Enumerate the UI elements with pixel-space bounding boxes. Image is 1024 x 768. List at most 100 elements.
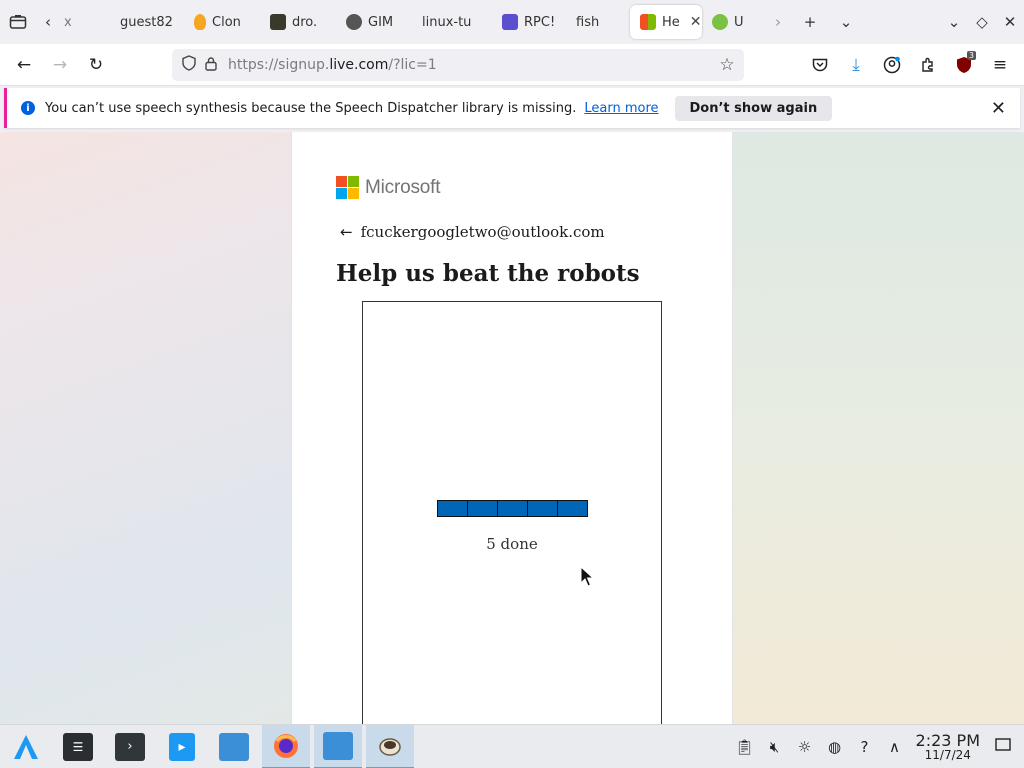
progress-segment xyxy=(438,501,468,516)
tab-label: He xyxy=(662,14,680,30)
notification-bar: i You can’t use speech synthesis because… xyxy=(4,88,1020,128)
url-bar[interactable]: https://signup.live.com/?lic=1 ☆ xyxy=(172,49,744,81)
tab-overview-icon[interactable] xyxy=(0,6,36,38)
tab-6[interactable]: RPC! xyxy=(492,4,566,40)
tab-label: RPC! xyxy=(524,14,556,30)
menu-icon[interactable]: ≡ xyxy=(982,49,1018,81)
close-icon[interactable]: ✕ xyxy=(996,6,1024,38)
back-arrow-icon[interactable]: ← xyxy=(6,49,42,81)
tab-8[interactable]: He ✕ xyxy=(630,5,702,39)
tab-3[interactable]: dro. xyxy=(260,4,336,40)
url-text[interactable]: https://signup.live.com/?lic=1 xyxy=(228,57,437,73)
info-icon: i xyxy=(21,101,35,115)
rpc-icon xyxy=(502,14,518,30)
chevron-up-icon[interactable]: ∧ xyxy=(880,738,910,756)
tab-9[interactable]: U xyxy=(702,4,764,40)
taskbar: ☰ › ▸ 📋︎ 🔇︎ ☼ ◍ ? ∧ 2:23 PM 11/7/24 xyxy=(0,724,1024,768)
network-icon[interactable]: ◍ xyxy=(820,738,850,756)
settings-icon[interactable]: ☰ xyxy=(54,725,102,768)
image-icon xyxy=(270,14,286,30)
reload-icon[interactable]: ↻ xyxy=(78,49,114,81)
clock-time: 2:23 PM xyxy=(915,731,980,750)
tab-5[interactable]: linux-tu xyxy=(412,4,492,40)
tab-1[interactable]: guest82 xyxy=(110,4,184,40)
tab-label: x xyxy=(64,14,72,30)
brightness-icon[interactable]: ☼ xyxy=(790,738,820,756)
toolbar-right: ⤓ 3 ≡ xyxy=(802,49,1018,81)
flame-icon xyxy=(194,14,206,30)
file-manager-icon[interactable] xyxy=(314,724,362,768)
tab-0[interactable]: x xyxy=(60,4,110,40)
progress-segment xyxy=(528,501,558,516)
progress-segment xyxy=(558,501,587,516)
url-suffix: /?lic=1 xyxy=(388,57,437,73)
signup-card: Microsoft ← fcuckergoogletwo@outlook.com… xyxy=(291,132,733,724)
gimp-icon xyxy=(346,14,362,30)
tab-label: GIM xyxy=(368,14,394,30)
help-icon[interactable]: ? xyxy=(850,738,880,756)
terminal-icon[interactable]: › xyxy=(106,725,154,768)
plus-icon[interactable]: + xyxy=(792,6,828,38)
lock-icon[interactable] xyxy=(200,56,222,75)
page-content: Microsoft ← fcuckergoogletwo@outlook.com… xyxy=(0,132,1024,724)
tab-label: linux-tu xyxy=(422,14,472,30)
chevron-right-icon[interactable]: › xyxy=(764,6,792,38)
identity-row[interactable]: ← fcuckergoogletwo@outlook.com xyxy=(340,223,605,241)
forward-arrow-icon[interactable]: → xyxy=(42,49,78,81)
progress-segment xyxy=(498,501,528,516)
progress-bar xyxy=(437,500,588,517)
clock[interactable]: 2:23 PM 11/7/24 xyxy=(915,731,980,762)
dont-show-again-button[interactable]: Don’t show again xyxy=(674,95,833,121)
file-manager-icon[interactable] xyxy=(210,725,258,768)
brand-name: Microsoft xyxy=(365,176,441,198)
close-tab-icon[interactable]: ✕ xyxy=(690,14,702,30)
url-domain: live.com xyxy=(329,57,389,73)
tab-label: dro. xyxy=(292,14,318,30)
bell-icon xyxy=(712,14,728,30)
page-title: Help us beat the robots xyxy=(336,260,640,287)
close-icon[interactable]: ✕ xyxy=(991,98,1006,119)
shield-icon[interactable] xyxy=(178,55,200,75)
tab-label: guest82 xyxy=(120,14,173,30)
firefox-icon[interactable] xyxy=(262,724,310,768)
diamond-icon[interactable]: ◇ xyxy=(968,6,996,38)
microsoft-icon xyxy=(640,14,656,30)
volume-muted-icon[interactable]: 🔇︎ xyxy=(760,738,790,756)
system-tray: 📋︎ 🔇︎ ☼ ◍ ? ∧ 2:23 PM 11/7/24 xyxy=(730,725,1024,768)
tab-bar: ‹ x guest82 Clon dro. GIM linux-tu RPC! … xyxy=(0,0,1024,44)
microsoft-logo-icon xyxy=(336,176,359,199)
microsoft-logo: Microsoft xyxy=(336,176,440,199)
chevron-left-icon[interactable]: ‹ xyxy=(36,6,60,38)
extensions-icon[interactable] xyxy=(910,49,946,81)
learn-more-link[interactable]: Learn more xyxy=(584,101,658,116)
app-launcher-icon[interactable] xyxy=(2,725,50,768)
tab-4[interactable]: GIM xyxy=(336,4,412,40)
tab-2[interactable]: Clon xyxy=(184,4,260,40)
progress-status: 5 done xyxy=(486,535,538,553)
show-desktop-icon[interactable] xyxy=(988,738,1018,756)
progress-segment xyxy=(468,501,498,516)
tab-label: fish xyxy=(576,14,600,30)
coffee-icon[interactable] xyxy=(366,724,414,768)
tab-label: Clon xyxy=(212,14,241,30)
mouse-cursor-icon xyxy=(580,565,595,592)
clipboard-icon[interactable]: 📋︎ xyxy=(730,738,760,756)
tab-label: U xyxy=(734,14,744,30)
pocket-icon[interactable] xyxy=(802,49,838,81)
captcha-frame[interactable]: 5 done xyxy=(362,301,662,724)
url-prefix: https://signup. xyxy=(228,57,330,73)
download-icon[interactable]: ⤓ xyxy=(838,49,874,81)
notification-message: You can’t use speech synthesis because t… xyxy=(45,100,577,116)
bookmark-star-icon[interactable]: ☆ xyxy=(716,55,738,75)
chevron-down-icon[interactable]: ⌄ xyxy=(828,6,864,38)
clock-date: 11/7/24 xyxy=(924,748,971,762)
discover-store-icon[interactable]: ▸ xyxy=(158,725,206,768)
navigation-bar: ← → ↻ https://signup.live.com/?lic=1 ☆ ⤓… xyxy=(0,44,1024,86)
extension-badge: 3 xyxy=(966,51,976,60)
email-text: fcuckergoogletwo@outlook.com xyxy=(360,223,605,241)
ublock-icon[interactable]: 3 xyxy=(946,49,982,81)
minimize-icon[interactable]: ⌄ xyxy=(940,6,968,38)
account-icon[interactable] xyxy=(874,49,910,81)
tab-7[interactable]: fish xyxy=(566,4,630,40)
back-arrow-icon[interactable]: ← xyxy=(340,223,353,241)
